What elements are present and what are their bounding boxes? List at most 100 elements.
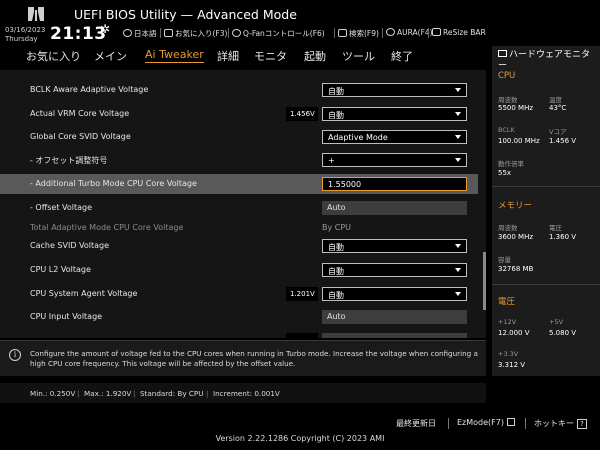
divider xyxy=(492,186,600,187)
hw-section-voltage: 電圧 xyxy=(492,292,600,308)
cache-svid-voltage-dropdown[interactable]: 自動 xyxy=(322,239,467,253)
ezmode-button[interactable]: EzMode(F7) xyxy=(457,418,515,427)
cpu-ratio-value: 55x xyxy=(498,169,512,177)
cpu-vcore-value: 1.456 V xyxy=(549,137,577,145)
resize-bar-button[interactable]: ReSize BAR xyxy=(432,28,486,37)
cpu-frequency-value: 5500 MHz xyxy=(498,104,534,112)
tab-boot[interactable]: 起動 xyxy=(304,48,326,64)
fan-icon xyxy=(232,29,241,37)
info-icon: i xyxy=(9,349,21,361)
divider xyxy=(448,418,449,429)
tab-tool[interactable]: ツール xyxy=(342,48,375,64)
value-range-bar: Min.: 0.250V | Max.: 1.920V | Standard: … xyxy=(0,383,486,403)
cpu-vcore-label: Vコア xyxy=(549,128,567,136)
dropdown-value: 自動 xyxy=(328,87,344,96)
tab-monitor[interactable]: モニタ xyxy=(254,48,287,64)
favorites-icon xyxy=(164,29,173,37)
chevron-down-icon xyxy=(455,135,461,139)
chevron-down-icon xyxy=(455,112,461,116)
setting-additional-turbo-mode-cpu-core-voltage[interactable]: - Additional Turbo Mode CPU Core Voltage… xyxy=(0,174,478,194)
setting-bclk-aware-adaptive-voltage[interactable]: BCLK Aware Adaptive Voltage 自動 xyxy=(0,80,478,100)
divider xyxy=(334,28,335,38)
actual-vrm-core-voltage-dropdown[interactable]: 自動 xyxy=(322,107,467,121)
memory-capacity-label: 容量 xyxy=(498,256,511,264)
divider xyxy=(525,418,526,429)
setting-label: CPU L2 Voltage xyxy=(30,265,91,274)
turbo-voltage-input[interactable]: 1.55000 xyxy=(322,177,467,191)
cpu-l2-voltage-dropdown[interactable]: 自動 xyxy=(322,263,467,277)
tab-ai-tweaker[interactable]: Ai Tweaker xyxy=(145,48,204,63)
cpu-bclk-value: 100.00 MHz xyxy=(498,137,540,145)
cpu-system-agent-voltage-dropdown[interactable]: 自動 xyxy=(322,287,467,301)
range-increment: Increment: 0.001V xyxy=(213,389,280,398)
divider xyxy=(428,28,429,38)
setting-cpu-l2-voltage[interactable]: CPU L2 Voltage 自動 xyxy=(0,260,478,280)
setting-label: CPU System Agent Voltage xyxy=(30,289,138,298)
qfan-button[interactable]: Q-Fanコントロール(F6) xyxy=(232,28,325,39)
hotkeys-button[interactable]: ホットキー? xyxy=(534,418,587,429)
memory-frequency-value: 3600 MHz xyxy=(498,233,534,241)
setting-cpu-input-voltage: CPU Input Voltage Auto xyxy=(0,307,478,327)
tab-favorites[interactable]: お気に入り xyxy=(26,48,81,64)
setting-global-core-svid-voltage[interactable]: Global Core SVID Voltage Adaptive Mode xyxy=(0,127,478,147)
hw-section-cpu-title: CPU xyxy=(498,71,516,81)
hw-section-memory-title: メモリー xyxy=(498,201,533,211)
bios-title: UEFI BIOS Utility — Advanced Mode xyxy=(74,7,297,22)
divider xyxy=(228,28,229,38)
bottom-bar: 最終更新日 EzMode(F7) ホットキー? xyxy=(0,410,600,450)
v33-value: 3.312 V xyxy=(498,361,526,369)
setting-next-row-partial xyxy=(0,331,478,338)
dropdown-value: 自動 xyxy=(328,267,344,276)
current-voltage-readout: 1.456V xyxy=(286,107,318,121)
cpu-frequency-label: 周波数 xyxy=(498,96,518,104)
setting-offset-sign[interactable]: - オフセット調整符号 + xyxy=(0,150,478,170)
setting-cache-svid-voltage[interactable]: Cache SVID Voltage 自動 xyxy=(0,236,478,256)
next-row-value xyxy=(322,333,467,338)
hw-section-memory: メモリー xyxy=(492,196,600,212)
search-icon xyxy=(338,29,347,37)
setting-actual-vrm-core-voltage[interactable]: Actual VRM Core Voltage 1.456V 自動 xyxy=(0,104,478,124)
favorites-label: お気に入り(F3) xyxy=(175,29,228,38)
cpu-input-voltage-value: Auto xyxy=(322,310,467,324)
exit-arrow-icon xyxy=(506,418,515,426)
search-label: 検索(F9) xyxy=(349,29,379,38)
tab-main[interactable]: メイン xyxy=(94,48,127,64)
favorites-button[interactable]: お気に入り(F3) xyxy=(164,28,227,39)
gear-icon[interactable]: ✲ xyxy=(100,22,110,36)
globe-icon xyxy=(123,29,132,37)
cpu-ratio-label: 動作倍率 xyxy=(498,160,524,168)
tab-advanced[interactable]: 詳細 xyxy=(217,48,239,64)
offset-voltage-value: Auto xyxy=(322,201,467,215)
range-min: Min.: 0.250V xyxy=(30,389,76,398)
divider xyxy=(382,28,383,38)
settings-panel: BCLK Aware Adaptive Voltage 自動 Actual VR… xyxy=(0,70,486,338)
language-button[interactable]: 日本語 xyxy=(123,28,157,39)
setting-label: - Offset Voltage xyxy=(30,203,93,212)
setting-label: Total Adaptive Mode CPU Core Voltage xyxy=(30,223,184,232)
hotkeys-label: ホットキー xyxy=(534,419,574,428)
next-row-readout xyxy=(286,333,318,338)
memory-voltage-value: 1.360 V xyxy=(549,233,577,241)
hw-section-voltage-title: 電圧 xyxy=(498,297,516,307)
last-modified-button[interactable]: 最終更新日 xyxy=(396,418,436,429)
global-core-svid-voltage-dropdown[interactable]: Adaptive Mode xyxy=(322,130,467,144)
settings-scrollbar[interactable] xyxy=(483,252,486,310)
tuf-logo-icon xyxy=(28,7,44,21)
divider: | xyxy=(77,389,80,398)
memory-voltage-label: 電圧 xyxy=(549,224,562,232)
setting-cpu-system-agent-voltage[interactable]: CPU System Agent Voltage 1.201V 自動 xyxy=(0,284,478,304)
aura-button[interactable]: AURA(F4) xyxy=(386,28,433,37)
date: 03/16/2023 xyxy=(5,26,46,34)
menu-bar: お気に入り メイン Ai Tweaker 詳細 モニタ 起動 ツール 終了 xyxy=(0,46,492,66)
chevron-down-icon xyxy=(455,244,461,248)
version-text: Version 2.22.1286 Copyright (C) 2023 AMI xyxy=(215,434,385,443)
v33-label: +3.3V xyxy=(498,350,519,358)
search-button[interactable]: 検索(F9) xyxy=(338,28,379,39)
clock: 21:13 xyxy=(50,24,107,44)
bclk-aware-adaptive-voltage-dropdown[interactable]: 自動 xyxy=(322,83,467,97)
ezmode-label: EzMode(F7) xyxy=(457,418,504,427)
hardware-monitor: ハードウェアモニター CPU 周波数 温度 5500 MHz 43°C BCLK… xyxy=(492,46,600,376)
offset-sign-dropdown[interactable]: + xyxy=(322,153,467,167)
tab-exit[interactable]: 終了 xyxy=(391,48,413,64)
language-label: 日本語 xyxy=(134,29,157,38)
